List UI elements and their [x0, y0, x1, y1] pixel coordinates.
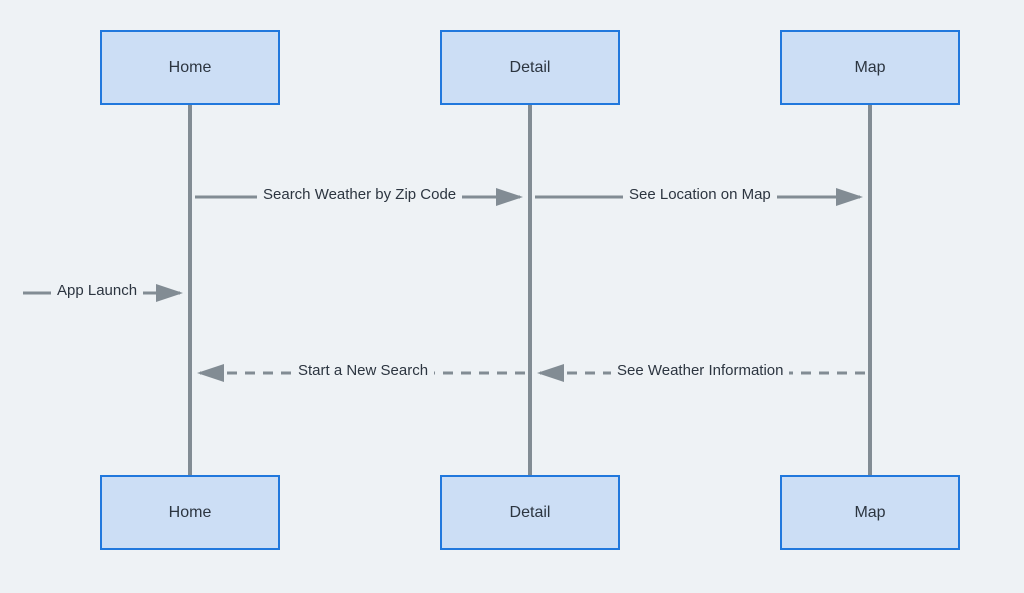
node-label: Home: [169, 504, 212, 522]
label-search-zip: Search Weather by Zip Code: [257, 186, 462, 203]
lifeline-map: [868, 105, 872, 475]
label-app-launch: App Launch: [51, 282, 143, 299]
node-detail-top: Detail: [440, 30, 620, 105]
node-map-top: Map: [780, 30, 960, 105]
label-start-new-search: Start a New Search: [292, 362, 434, 379]
node-label: Map: [854, 59, 885, 77]
node-label: Detail: [510, 504, 551, 522]
lifeline-detail: [528, 105, 532, 475]
node-home-top: Home: [100, 30, 280, 105]
label-see-location: See Location on Map: [623, 186, 777, 203]
node-label: Home: [169, 59, 212, 77]
lifeline-home: [188, 105, 192, 475]
node-label: Map: [854, 504, 885, 522]
node-home-bottom: Home: [100, 475, 280, 550]
node-detail-bottom: Detail: [440, 475, 620, 550]
node-label: Detail: [510, 59, 551, 77]
node-map-bottom: Map: [780, 475, 960, 550]
label-see-weather-info: See Weather Information: [611, 362, 789, 379]
